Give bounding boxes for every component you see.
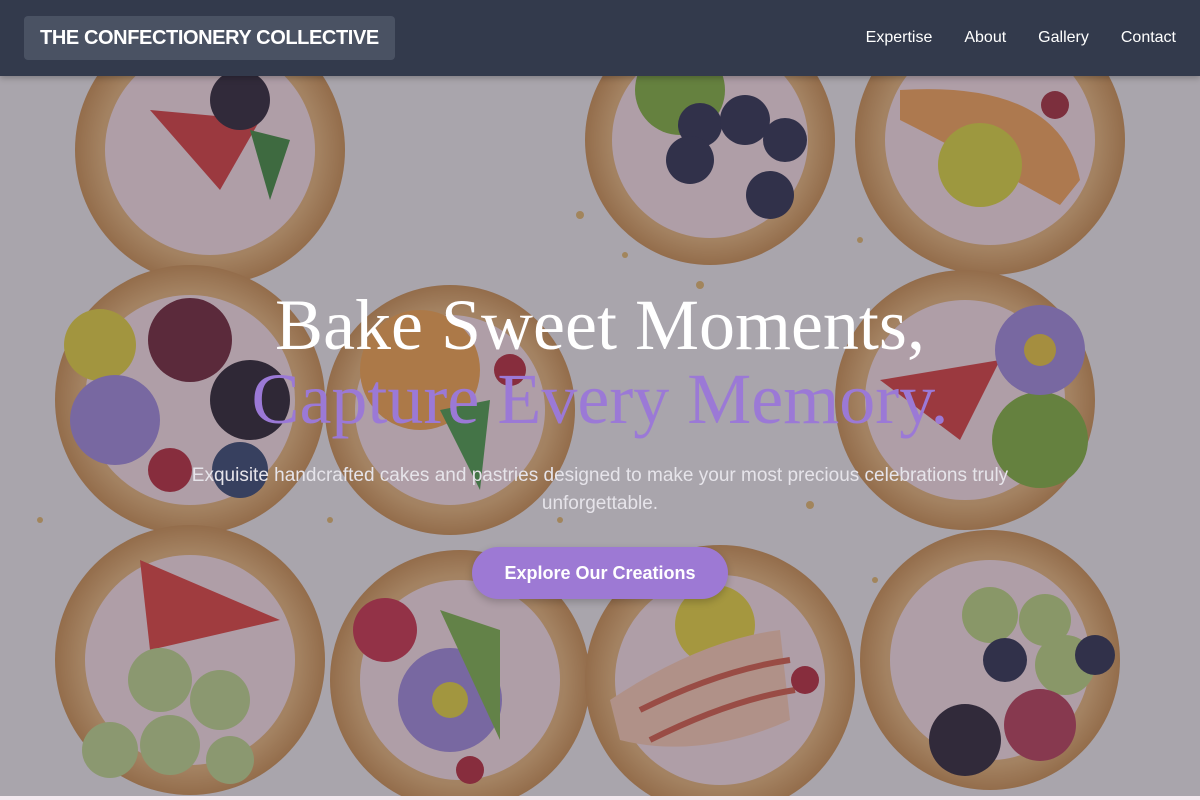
section-divider bbox=[0, 796, 1200, 800]
hero-title-line-2: Capture Every Memory. bbox=[251, 359, 949, 439]
hero-title-line-1: Bake Sweet Moments, bbox=[275, 285, 925, 365]
site-header: THE CONFECTIONERY COLLECTIVE Expertise A… bbox=[0, 0, 1200, 76]
hero-title: Bake Sweet Moments, Capture Every Memory… bbox=[0, 288, 1200, 436]
nav-link-about[interactable]: About bbox=[964, 29, 1006, 47]
nav-link-expertise[interactable]: Expertise bbox=[866, 29, 933, 47]
hero-section: Bake Sweet Moments, Capture Every Memory… bbox=[0, 288, 1200, 599]
page: THE CONFECTIONERY COLLECTIVE Expertise A… bbox=[0, 0, 1200, 800]
hero-subtitle: Exquisite handcrafted cakes and pastries… bbox=[191, 465, 1009, 514]
main-nav: Expertise About Gallery Contact bbox=[866, 0, 1176, 76]
brand-logo[interactable]: THE CONFECTIONERY COLLECTIVE bbox=[24, 16, 395, 60]
explore-creations-button[interactable]: Explore Our Creations bbox=[472, 547, 728, 599]
nav-link-gallery[interactable]: Gallery bbox=[1038, 29, 1089, 47]
nav-link-contact[interactable]: Contact bbox=[1121, 29, 1176, 47]
